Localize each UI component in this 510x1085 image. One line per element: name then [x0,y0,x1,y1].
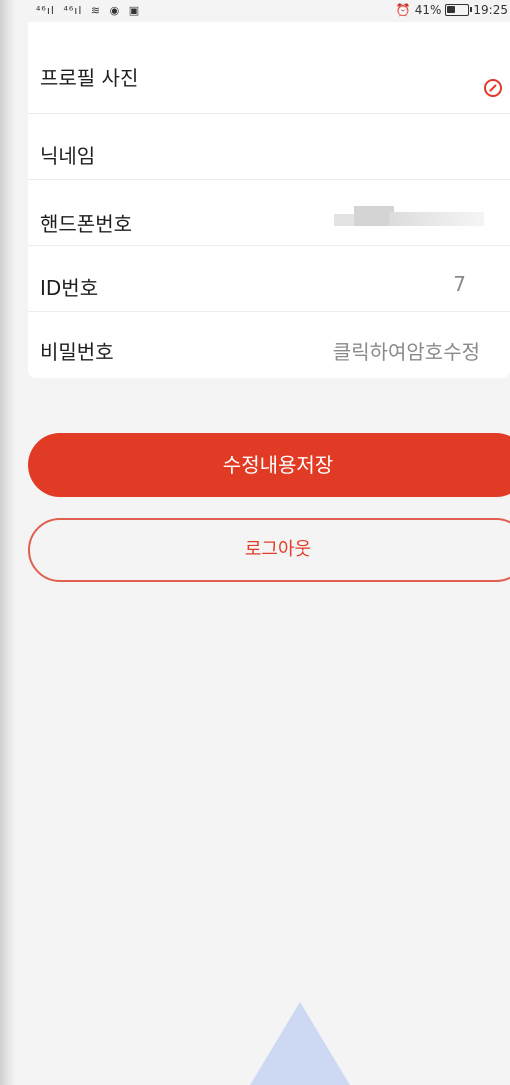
battery-icon [445,4,473,16]
status-icons-right: ⏰ 41% 19:25 [396,3,508,17]
phone-label: 핸드폰번호 [40,212,132,236]
phone-value-blurred [334,206,484,228]
password-edit-link[interactable]: 클릭하여암호수정 [333,336,480,365]
logout-button[interactable]: 로그아웃 [28,518,510,582]
notification-icon: ▣ [128,4,141,17]
left-edge-shadow [0,0,16,1085]
save-changes-button[interactable]: 수정내용저장 [28,433,510,497]
alarm-icon: ⏰ [395,3,411,17]
password-label: 비밀번호 [40,340,114,364]
id-row: ID번호 7 [28,246,510,312]
battery-percent: 41% [414,3,442,17]
wifi-icon: ≋ [90,4,102,17]
phone-row[interactable]: 핸드폰번호 [28,180,510,246]
signal-icon: ⁴⁶ıl [63,4,83,17]
profile-card: 프로필 사진 닉네임 핸드폰번호 ID번호 7 비밀번호 클릭하여암호수정 [28,22,510,378]
nickname-row[interactable]: 닉네임 [28,114,510,180]
profile-photo-row[interactable]: 프로필 사진 [28,22,510,114]
edit-pencil-icon[interactable] [484,79,502,97]
eye-icon: ◉ [109,4,121,17]
profile-photo-label: 프로필 사진 [40,66,139,90]
clock: 19:25 [473,3,508,17]
id-label: ID번호 [40,276,99,300]
signal-icon: ⁴⁶ıl [36,4,55,17]
nickname-label: 닉네임 [40,144,96,168]
id-value: 7 [453,272,466,296]
status-bar: ⁴⁶ıl ⁴⁶ıl ≋ ◉ ▣ ⏰ 41% 19:25 [28,0,510,22]
home-indicator-triangle [250,1002,350,1085]
status-icons-left: ⁴⁶ıl ⁴⁶ıl ≋ ◉ ▣ [36,4,144,17]
password-row[interactable]: 비밀번호 클릭하여암호수정 [28,312,510,378]
